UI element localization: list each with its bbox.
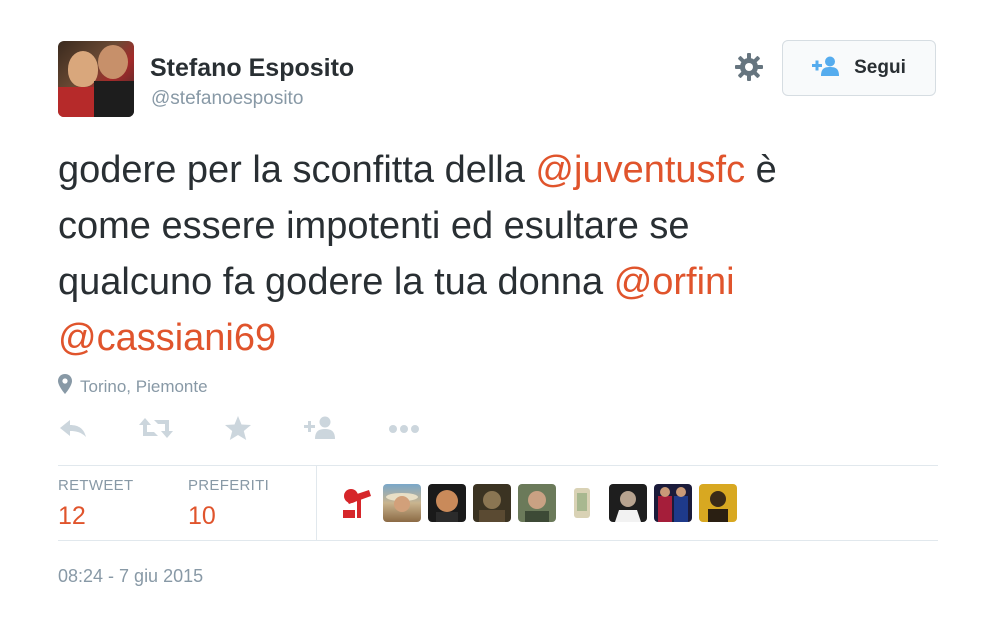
tweet-text-segment: è xyxy=(745,149,777,191)
gear-icon[interactable] xyxy=(732,50,766,84)
user-avatar[interactable] xyxy=(699,484,737,522)
tweet-text-segment: godere per la sconfitta della xyxy=(58,149,536,191)
retweet-icon xyxy=(138,416,174,445)
map-pin-icon xyxy=(58,374,72,399)
reply-icon xyxy=(58,416,88,445)
divider xyxy=(58,465,938,466)
tweet-line: qualcuno fa godere la tua donna @orfini xyxy=(58,254,948,310)
tweet-location[interactable]: Torino, Piemonte xyxy=(58,374,208,399)
user-avatar[interactable] xyxy=(654,484,692,522)
tweet-line: godere per la sconfitta della @juventusf… xyxy=(58,142,948,198)
user-avatar[interactable] xyxy=(428,484,466,522)
more-icon xyxy=(388,421,420,439)
follow-action-button[interactable] xyxy=(304,414,336,446)
more-button[interactable] xyxy=(388,414,420,446)
star-icon xyxy=(224,415,252,446)
user-avatar[interactable] xyxy=(518,484,556,522)
retweet-label: RETWEET xyxy=(58,477,134,494)
user-avatar[interactable] xyxy=(339,484,377,522)
user-avatar[interactable] xyxy=(563,484,601,522)
tweet-actions xyxy=(58,414,478,446)
author-handle[interactable]: @stefanoesposito xyxy=(151,88,303,110)
avatar[interactable] xyxy=(58,41,134,117)
favorites-stat[interactable]: PREFERITI 10 xyxy=(188,477,269,531)
favorites-count: 10 xyxy=(188,502,216,530)
favorites-label: PREFERITI xyxy=(188,477,270,494)
tweet-line: come essere impotenti ed esultare se xyxy=(58,205,690,247)
user-avatar[interactable] xyxy=(473,484,511,522)
mention-link[interactable]: @orfini xyxy=(614,261,735,303)
retweet-stat[interactable]: RETWEET 12 xyxy=(58,477,133,531)
avatar-shape xyxy=(98,45,128,79)
location-text: Torino, Piemonte xyxy=(80,376,208,396)
add-user-icon xyxy=(812,56,840,81)
mention-link[interactable]: @cassiani69 xyxy=(58,317,276,359)
follow-button-label: Segui xyxy=(854,57,906,78)
follow-button[interactable]: Segui xyxy=(782,40,936,96)
tweet-text-segment: qualcuno fa godere la tua donna xyxy=(58,261,614,303)
retweet-count: 12 xyxy=(58,502,86,530)
divider xyxy=(58,540,938,541)
user-avatar[interactable] xyxy=(383,484,421,522)
retweet-button[interactable] xyxy=(138,414,174,446)
favorite-button[interactable] xyxy=(224,414,252,446)
tweet-line: @cassiani69 xyxy=(58,310,948,366)
tweet-text: godere per la sconfitta della @juventusf… xyxy=(58,142,948,366)
reply-button[interactable] xyxy=(58,414,88,446)
tweet-timestamp[interactable]: 08:24 - 7 giu 2015 xyxy=(58,566,203,587)
add-user-icon xyxy=(304,416,336,445)
stats-divider xyxy=(316,466,317,540)
avatar-shape xyxy=(58,87,96,117)
mention-link[interactable]: @juventusfc xyxy=(535,149,745,191)
author-name[interactable]: Stefano Esposito xyxy=(150,54,354,83)
user-avatar[interactable] xyxy=(609,484,647,522)
avatar-shape xyxy=(94,81,134,117)
